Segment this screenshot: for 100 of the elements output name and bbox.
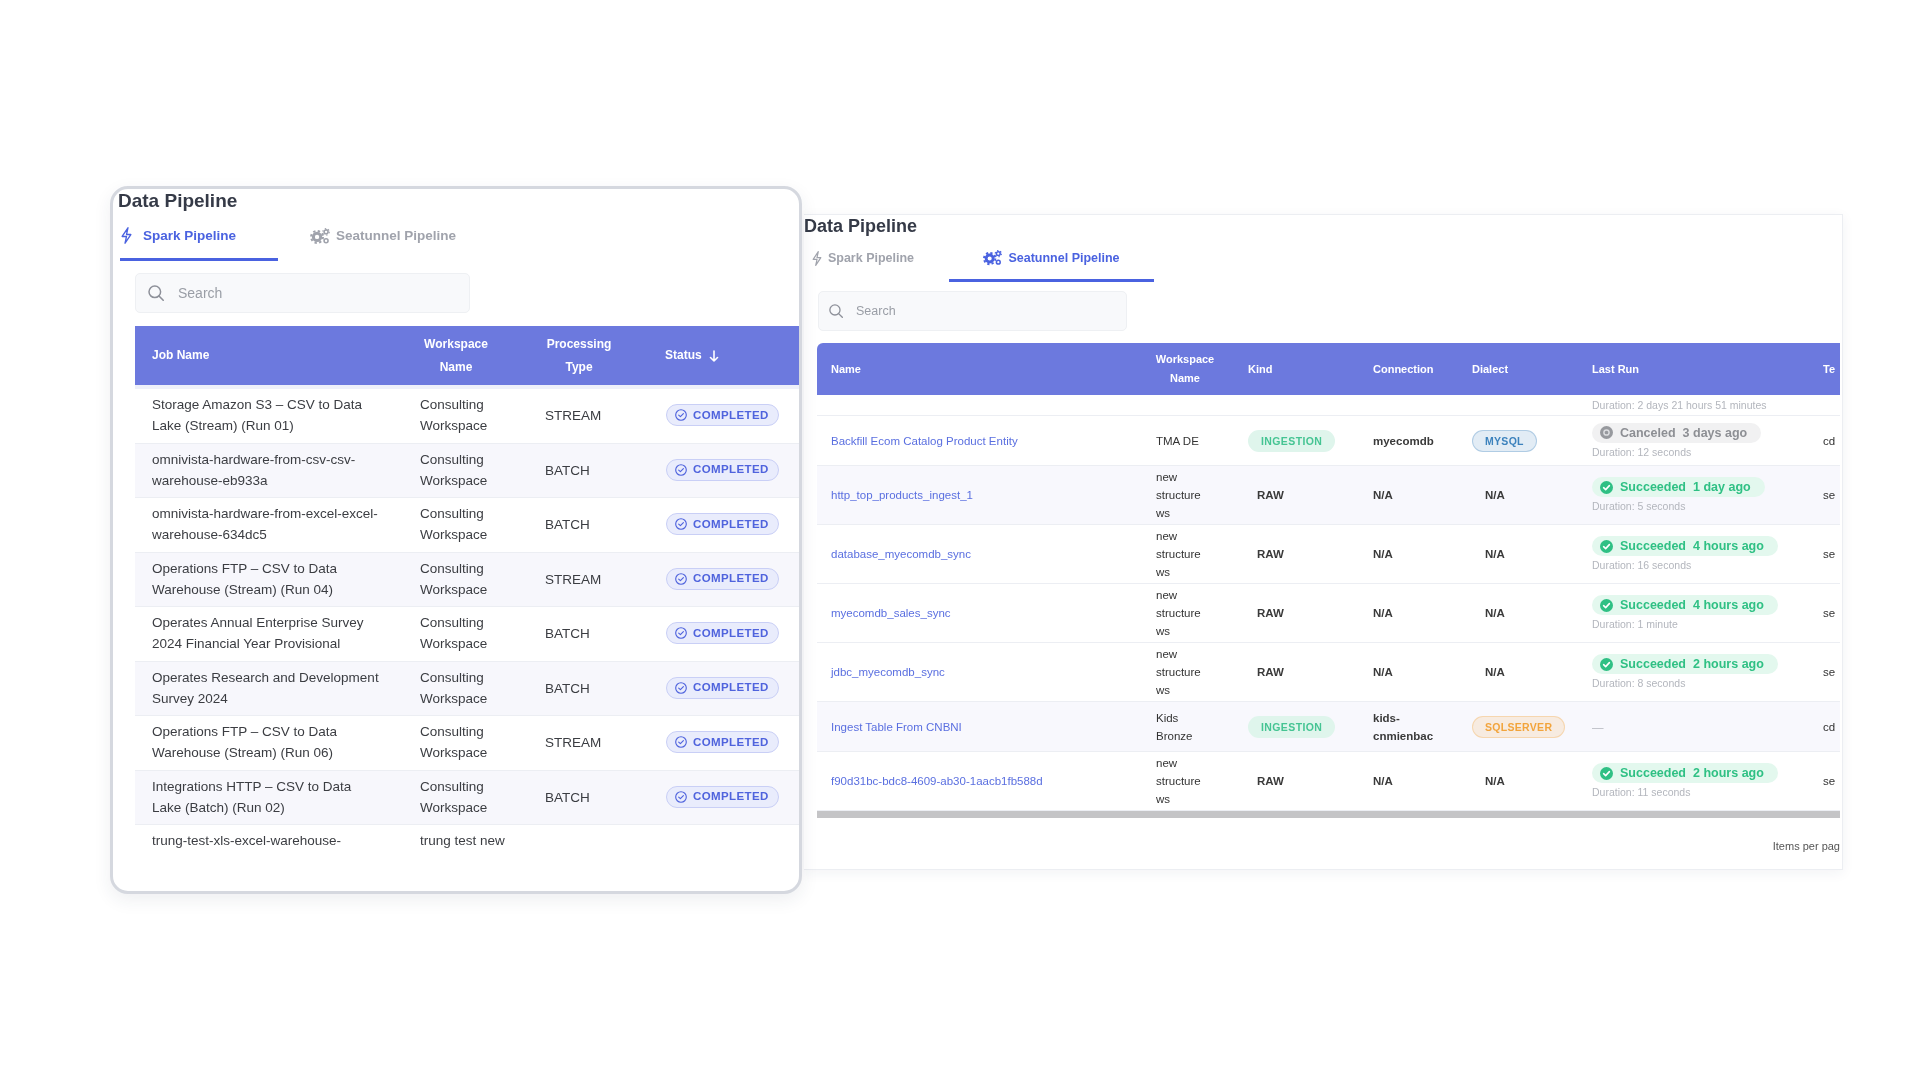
workspace-name: new structure ws <box>1156 756 1202 807</box>
connection-name: N/A <box>1373 606 1393 621</box>
kind-badge: INGESTION <box>1248 715 1336 738</box>
run-time: 2 hours ago <box>1693 656 1764 673</box>
job-name: Storage Amazon S3 – CSV to Data Lake (Stream) (Run 01) <box>152 396 364 435</box>
status-text: COMPLETED <box>693 734 769 750</box>
pipeline-link[interactable]: database_myecomdb_sync <box>831 548 971 560</box>
check-circle-icon <box>675 518 687 531</box>
kind-label: RAW <box>1257 489 1284 501</box>
tab[interactable]: Spark Pipeline <box>120 213 278 261</box>
pipeline-link[interactable]: http_top_products_ingest_1 <box>831 489 973 501</box>
column-header: Te <box>1823 361 1836 377</box>
column-header: Last Run <box>1592 361 1640 377</box>
processing-type: BATCH <box>545 626 590 642</box>
column-value: se <box>1823 489 1836 501</box>
status-text: COMPLETED <box>693 407 769 423</box>
arrow-down-icon[interactable] <box>708 349 719 362</box>
duration-text: Duration: 12 seconds <box>1592 444 1692 459</box>
check-circle-icon <box>675 736 687 749</box>
empty-value: — <box>1592 719 1604 735</box>
connection-name: N/A <box>1373 665 1393 680</box>
kind-badge: INGESTION <box>1248 429 1336 452</box>
check-circle-icon <box>675 463 687 476</box>
connection-name: N/A <box>1373 774 1393 789</box>
status-text: COMPLETED <box>693 625 769 641</box>
workspace-name: Consulting Workspace <box>420 559 489 599</box>
dialect-label: N/A <box>1485 775 1505 787</box>
processing-type: BATCH <box>545 517 590 533</box>
check-circle-icon <box>675 572 687 585</box>
duration-text: Duration: 2 days 21 hours 51 minutes <box>1592 398 1767 412</box>
workspace-name: Consulting Workspace <box>420 777 489 817</box>
search-icon <box>148 285 164 301</box>
workspace-name: new structure ws <box>1156 588 1202 639</box>
run-status-label: Canceled <box>1620 424 1676 442</box>
run-status-label: Succeeded <box>1620 479 1686 496</box>
run-status-label: Succeeded <box>1620 597 1686 614</box>
kind-label: RAW <box>1257 666 1284 678</box>
workspace-name: Consulting Workspace <box>420 723 489 762</box>
circle-dot-icon <box>1600 426 1613 439</box>
job-name: Operates Annual Enterprise Survey 2024 Financial Year Provisional <box>152 614 365 653</box>
kind-label: RAW <box>1257 548 1284 560</box>
dialect-badge: MYSQL <box>1472 429 1537 452</box>
workspace-name: Consulting Workspace <box>420 668 489 708</box>
job-name: Operations FTP – CSV to Data Warehouse (Stream) (Run 04) <box>152 559 339 599</box>
column-value: se <box>1823 775 1836 787</box>
job-name: omnivista-hardware-from-excel-excel-warehouse-634dc5 <box>152 505 379 544</box>
search-field[interactable]: Search <box>818 291 1127 331</box>
check-circle-icon <box>1600 657 1613 671</box>
job-name: omnivista-hardware-from-csv-csv-warehouse-eb933a <box>152 450 357 490</box>
column-header: Job Name <box>152 347 210 364</box>
job-name: Operations FTP – CSV to Data Warehouse (Stream) (Run 06) <box>152 723 339 762</box>
workspace-name: Consulting Workspace <box>420 396 489 435</box>
pipeline-link[interactable]: f90d31bc-bdc8-4609-ab30-1aacb1fb588d <box>831 775 1043 787</box>
dialect-label: N/A <box>1485 548 1505 560</box>
run-time: 4 hours ago <box>1693 597 1764 614</box>
run-status-label: Succeeded <box>1620 538 1686 555</box>
run-time: 1 day ago <box>1693 479 1751 496</box>
pipeline-link[interactable]: Backfill Ecom Catalog Product Entity <box>831 434 1018 447</box>
column-value: se <box>1823 548 1836 560</box>
pipeline-link[interactable]: Ingest Table From CNBNI <box>831 720 962 733</box>
column-header: Dialect <box>1472 361 1509 377</box>
search-icon <box>829 304 843 318</box>
scrollbar[interactable] <box>817 811 1840 818</box>
job-name: trung-test-xls-excel-warehouse- <box>152 832 342 850</box>
search-field[interactable]: Search <box>135 273 470 313</box>
tab[interactable]: Seatunnel Pipeline <box>949 237 1154 282</box>
processing-type: STREAM <box>545 571 602 587</box>
status-text: COMPLETED <box>693 680 769 696</box>
gears-icon <box>983 250 1003 266</box>
workspace-name: new structure ws <box>1156 647 1202 698</box>
job-name: Operates Research and Development Survey 2024 <box>152 668 380 708</box>
run-status-label: Succeeded <box>1620 656 1686 673</box>
status-text: COMPLETED <box>693 516 769 532</box>
tab[interactable]: Spark Pipeline <box>804 237 922 282</box>
check-circle-icon <box>675 627 687 640</box>
run-time: 3 days ago <box>1682 424 1748 442</box>
column-header: Workspace Name <box>423 335 489 376</box>
column-value: cd <box>1823 434 1836 447</box>
kind-label: RAW <box>1257 607 1284 619</box>
processing-type: BATCH <box>545 462 590 478</box>
workspace-name: Consulting Workspace <box>420 614 489 653</box>
lightning-icon <box>121 227 132 244</box>
check-circle-icon <box>675 790 687 803</box>
duration-text: Duration: 5 seconds <box>1592 499 1686 513</box>
pagination-label: Items per pag <box>1772 840 1840 852</box>
column-header: Name <box>831 361 861 377</box>
processing-type: BATCH <box>545 680 590 696</box>
workspace-name: Kids Bronze <box>1156 710 1194 744</box>
column-value: se <box>1823 607 1836 619</box>
duration-text: Duration: 8 seconds <box>1592 676 1686 690</box>
column-header: Workspace Name <box>1154 352 1216 386</box>
pipeline-link[interactable]: jdbc_myecomdb_sync <box>831 666 945 678</box>
status-text: COMPLETED <box>693 571 769 587</box>
column-header: Processing Type <box>545 335 613 376</box>
connection-name: myecomdb <box>1373 433 1434 449</box>
check-circle-icon <box>1600 539 1613 553</box>
pipeline-link[interactable]: myecomdb_sales_sync <box>831 607 951 619</box>
tab[interactable]: Seatunnel Pipeline <box>309 213 467 261</box>
check-circle-icon <box>1600 766 1613 780</box>
kind-label: RAW <box>1257 775 1284 787</box>
